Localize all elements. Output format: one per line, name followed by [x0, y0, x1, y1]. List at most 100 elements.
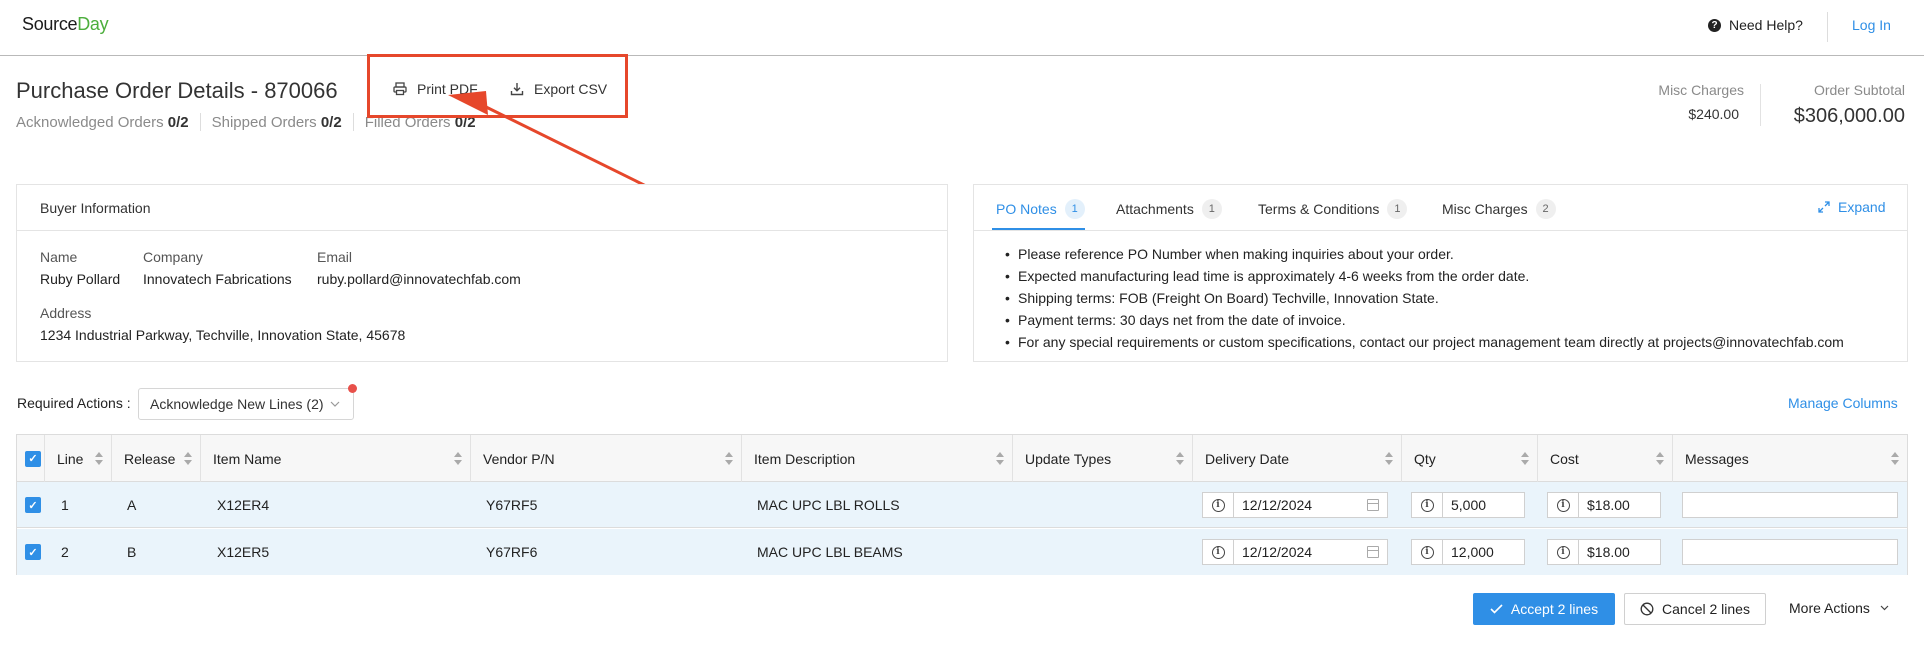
expand-icon [1818, 201, 1830, 213]
po-notes-count-badge: 1 [1064, 199, 1085, 219]
attachments-count-badge: 1 [1201, 199, 1222, 219]
note-item: For any special requirements or custom s… [1005, 331, 1844, 353]
buyer-information-heading: Buyer Information [40, 200, 151, 216]
cell-cost: i $18.00 [1547, 529, 1661, 575]
chevron-down-icon [1880, 605, 1889, 611]
message-input[interactable] [1682, 539, 1898, 565]
select-all-cell: ✓ [17, 435, 45, 482]
order-subtotal-value: $306,000.00 [1793, 105, 1905, 127]
cell-item-description: MAC UPC LBL ROLLS [757, 497, 900, 513]
note-item: Please reference PO Number when making i… [1005, 243, 1844, 265]
note-item: Expected manufacturing lead time is appr… [1005, 265, 1844, 287]
stat-shipped: Shipped Orders 0/2 [211, 113, 342, 131]
cell-item-name: X12ER4 [217, 497, 270, 513]
cell-delivery-date: i 12/12/2024 [1202, 529, 1388, 575]
column-header-vendor-pn[interactable]: Vendor P/N [471, 435, 742, 482]
accept-lines-label: Accept 2 lines [1510, 601, 1599, 617]
buyer-company-label: Company [143, 249, 203, 265]
select-all-checkbox[interactable]: ✓ [25, 450, 41, 467]
column-header-release[interactable]: Release [112, 435, 201, 482]
info-icon: i [1420, 545, 1434, 559]
sort-icon [1656, 452, 1664, 465]
sourceday-logo[interactable]: SourceDay [22, 14, 109, 35]
sort-icon [1385, 452, 1393, 465]
acknowledge-select[interactable]: Acknowledge New Lines (2) [138, 388, 354, 420]
po-notes-list: Please reference PO Number when making i… [1005, 243, 1844, 353]
cost-info-button[interactable]: i [1547, 492, 1579, 518]
need-help-link[interactable]: ? Need Help? [1708, 17, 1803, 33]
row-checkbox[interactable]: ✓ [25, 544, 41, 560]
misc-charges-label: Misc Charges [1658, 82, 1744, 98]
buyer-card-header [17, 185, 947, 231]
logo-day-text: Day [77, 14, 109, 34]
more-actions-dropdown[interactable]: More Actions [1789, 600, 1889, 616]
cancel-lines-button[interactable]: Cancel 2 lines [1624, 593, 1766, 625]
column-header-delivery-date[interactable]: Delivery Date [1193, 435, 1402, 482]
date-info-button[interactable]: i [1202, 492, 1234, 518]
delivery-date-input[interactable]: 12/12/2024 [1234, 492, 1388, 518]
sort-icon [184, 452, 192, 465]
delivery-date-input[interactable]: 12/12/2024 [1234, 539, 1388, 565]
column-header-qty[interactable]: Qty [1402, 435, 1538, 482]
cell-release: B [127, 544, 137, 560]
info-icon: i [1211, 498, 1225, 512]
buyer-email-label: Email [317, 249, 353, 265]
misc-charges-value: $240.00 [1688, 106, 1739, 122]
buyer-company-value: Innovatech Fabrications [143, 271, 292, 287]
cell-qty: i 5,000 [1411, 482, 1525, 528]
cost-input[interactable]: $18.00 [1579, 539, 1661, 565]
cell-vendor-pn: Y67RF6 [486, 544, 538, 560]
qty-info-button[interactable]: i [1411, 492, 1443, 518]
login-link[interactable]: Log In [1852, 17, 1891, 33]
order-lines-table: ✓ Line Release Item Name Vendor P/N Item… [16, 434, 1908, 575]
sort-icon [1891, 452, 1899, 465]
column-header-cost[interactable]: Cost [1538, 435, 1673, 482]
table-header: ✓ Line Release Item Name Vendor P/N Item… [17, 435, 1907, 482]
cell-item-name: X12ER5 [217, 544, 270, 560]
sort-icon [95, 452, 103, 465]
column-header-item-name[interactable]: Item Name [201, 435, 471, 482]
terms-count-badge: 1 [1387, 199, 1408, 219]
calendar-icon [1367, 546, 1379, 558]
tab-attachments[interactable]: Attachments 1 [1116, 199, 1222, 219]
qty-input[interactable]: 5,000 [1443, 492, 1525, 518]
order-subtotal-label: Order Subtotal [1813, 82, 1905, 98]
sort-icon [1176, 452, 1184, 465]
logo-source-text: Source [22, 14, 78, 34]
cell-qty: i 12,000 [1411, 529, 1525, 575]
buyer-name-value: Ruby Pollard [40, 271, 121, 287]
cost-info-button[interactable]: i [1547, 539, 1579, 565]
note-item: Shipping terms: FOB (Freight On Board) T… [1005, 287, 1844, 309]
expand-label: Expand [1838, 199, 1886, 215]
acknowledge-select-value: Acknowledge New Lines (2) [150, 396, 324, 412]
column-header-item-description[interactable]: Item Description [742, 435, 1013, 482]
table-row[interactable]: ✓ 1 A X12ER4 Y67RF5 MAC UPC LBL ROLLS i … [17, 482, 1907, 528]
tab-misc-charges[interactable]: Misc Charges 2 [1442, 199, 1556, 219]
manage-columns-link[interactable]: Manage Columns [1788, 395, 1898, 411]
question-icon: ? [1708, 18, 1721, 32]
active-tab-indicator [992, 228, 1085, 230]
info-icon: i [1420, 498, 1434, 512]
buyer-name-label: Name [40, 249, 78, 265]
stat-acknowledged: Acknowledged Orders 0/2 [16, 113, 189, 131]
column-header-update-types[interactable]: Update Types [1013, 435, 1193, 482]
column-header-line[interactable]: Line [45, 435, 112, 482]
cancel-lines-label: Cancel 2 lines [1662, 601, 1750, 617]
buyer-address-value: 1234 Industrial Parkway, Techville, Inno… [40, 327, 406, 343]
tab-po-notes[interactable]: PO Notes 1 [996, 199, 1085, 219]
cost-input[interactable]: $18.00 [1579, 492, 1661, 518]
expand-button[interactable]: Expand [1818, 199, 1885, 215]
accept-lines-button[interactable]: Accept 2 lines [1473, 593, 1615, 625]
notes-card-header [974, 185, 1907, 231]
cancel-icon [1640, 602, 1654, 616]
qty-info-button[interactable]: i [1411, 539, 1443, 565]
message-input[interactable] [1682, 492, 1898, 518]
date-info-button[interactable]: i [1202, 539, 1234, 565]
chevron-down-icon [330, 401, 339, 407]
column-header-messages[interactable]: Messages [1673, 435, 1907, 482]
table-row[interactable]: ✓ 2 B X12ER5 Y67RF6 MAC UPC LBL BEAMS i … [17, 529, 1907, 575]
tab-terms-conditions[interactable]: Terms & Conditions 1 [1258, 199, 1408, 219]
qty-input[interactable]: 12,000 [1443, 539, 1525, 565]
row-checkbox[interactable]: ✓ [25, 497, 41, 513]
buyer-email-value: ruby.pollard@innovatechfab.com [317, 271, 521, 287]
